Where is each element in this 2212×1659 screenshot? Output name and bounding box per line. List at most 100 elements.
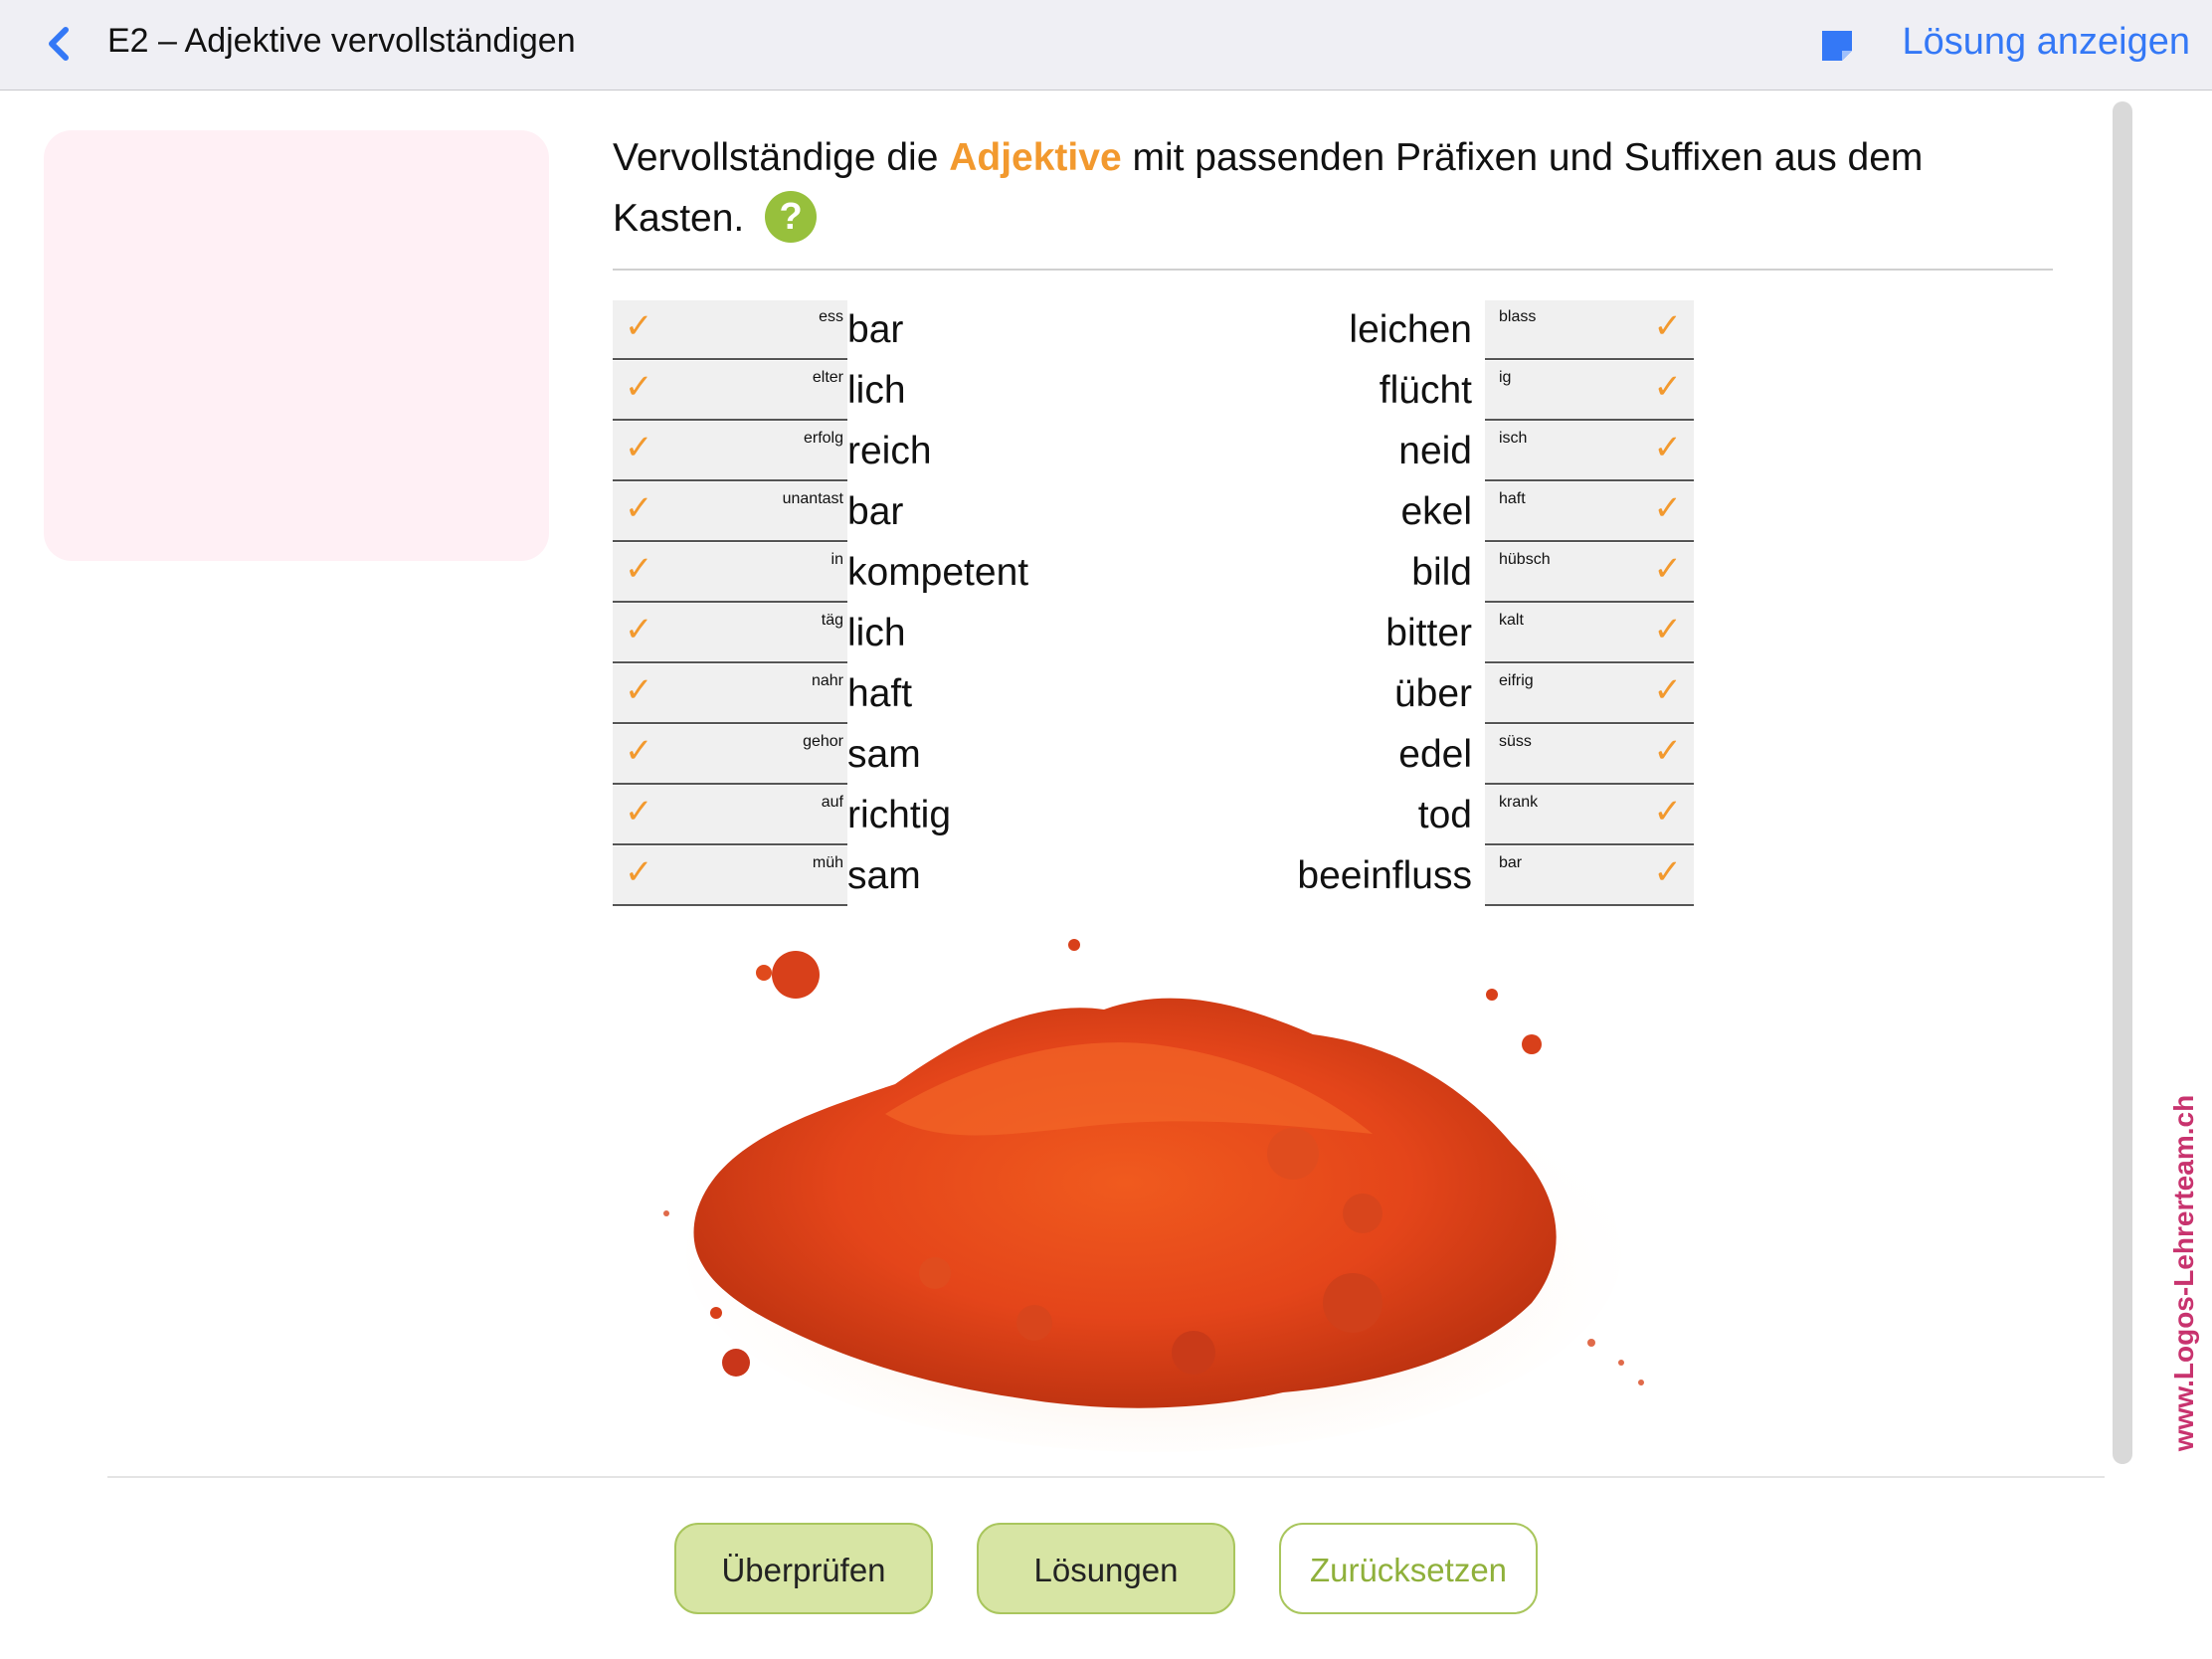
word-stem: ekel <box>1400 490 1472 533</box>
left-answer-field[interactable]: ✓ auf <box>613 786 847 845</box>
check-icon: ✓ <box>625 732 653 770</box>
list-item: leichen <box>1194 300 1472 358</box>
right-answer-field[interactable]: süss ✓ <box>1485 725 1694 785</box>
show-solution-link[interactable]: Lösung anzeigen <box>1903 21 2190 64</box>
instruction-start: Vervollständige die <box>613 136 950 179</box>
answer-text: haft <box>1499 490 1526 507</box>
word-stem: über <box>1393 672 1472 715</box>
answer-text: unantast <box>782 490 843 507</box>
check-icon: ✓ <box>1653 671 1683 709</box>
word-stem: sam <box>847 854 921 897</box>
word-stem: bar <box>847 490 904 533</box>
answer-text: ig <box>1499 369 1512 386</box>
check-icon: ✓ <box>1653 429 1683 466</box>
left-answer-field[interactable]: ✓ unantast <box>613 482 847 542</box>
check-icon: ✓ <box>625 853 653 891</box>
check-icon: ✓ <box>625 793 653 830</box>
left-answer-field[interactable]: ✓ ess <box>613 300 847 360</box>
watermark: www.Logos-Lehrerteam.ch <box>2168 1094 2199 1452</box>
answer-text: nahr <box>811 672 843 689</box>
check-icon: ✓ <box>1653 489 1683 527</box>
left-answer-field[interactable]: ✓ müh <box>613 846 847 906</box>
top-bar: E2 – Adjektive vervollständigen Lösung a… <box>0 0 2212 91</box>
scrollbar[interactable] <box>2113 101 2132 1464</box>
word-box-panel <box>44 130 549 561</box>
reset-button[interactable]: Zurücksetzen <box>1279 1523 1538 1614</box>
right-answer-field[interactable]: ig ✓ <box>1485 361 1694 421</box>
check-icon: ✓ <box>625 307 653 345</box>
answer-text: eifrig <box>1499 672 1534 689</box>
word-stem: tod <box>1417 794 1472 836</box>
list-item: ekel <box>1194 482 1472 540</box>
left-answer-field[interactable]: ✓ in <box>613 543 847 603</box>
word-stem: flücht <box>1379 369 1472 412</box>
word-stem: edel <box>1398 733 1472 776</box>
word-stem: leichen <box>1349 308 1472 351</box>
answer-text: in <box>830 551 843 568</box>
check-icon: ✓ <box>625 550 653 588</box>
word-stem: bitter <box>1385 612 1472 654</box>
solutions-button[interactable]: Lösungen <box>977 1523 1235 1614</box>
list-item: neid <box>1194 422 1472 479</box>
right-answer-field[interactable]: kalt ✓ <box>1485 604 1694 663</box>
word-stem: richtig <box>847 794 952 836</box>
left-answer-field[interactable]: ✓ erfolg <box>613 422 847 481</box>
left-answer-field[interactable]: ✓ elter <box>613 361 847 421</box>
help-icon[interactable]: ? <box>765 190 818 243</box>
right-answer-field[interactable]: eifrig ✓ <box>1485 664 1694 724</box>
answer-text: täg <box>821 612 843 629</box>
answer-text: krank <box>1499 794 1539 811</box>
list-item: über <box>1194 664 1472 722</box>
list-item: flücht <box>1194 361 1472 419</box>
check-icon: ✓ <box>1653 793 1683 830</box>
check-icon: ✓ <box>625 611 653 648</box>
page-title: E2 – Adjektive vervollständigen <box>107 22 576 60</box>
word-stem: lich <box>847 612 906 654</box>
word-stem: kompetent <box>847 551 1029 594</box>
check-icon: ✓ <box>625 671 653 709</box>
right-answer-field[interactable]: haft ✓ <box>1485 482 1694 542</box>
check-icon: ✓ <box>625 429 653 466</box>
check-icon: ✓ <box>1653 853 1683 891</box>
answer-text: isch <box>1499 430 1528 447</box>
left-answer-field[interactable]: ✓ täg <box>613 604 847 663</box>
check-icon: ✓ <box>1653 307 1683 345</box>
answer-text: auf <box>821 794 843 811</box>
right-answer-field[interactable]: isch ✓ <box>1485 422 1694 481</box>
instruction-divider <box>613 269 2053 271</box>
check-icon: ✓ <box>1653 368 1683 406</box>
right-answer-field[interactable]: blass ✓ <box>1485 300 1694 360</box>
answer-text: ess <box>819 308 843 325</box>
check-icon: ✓ <box>1653 611 1683 648</box>
word-stem: bild <box>1411 551 1472 594</box>
instruction-keyword: Adjektive <box>949 136 1122 179</box>
word-stem: neid <box>1398 430 1472 472</box>
left-answer-field[interactable]: ✓ gehor <box>613 725 847 785</box>
answer-text: blass <box>1499 308 1537 325</box>
word-stem: bar <box>847 308 904 351</box>
answer-text: kalt <box>1499 612 1524 629</box>
right-answer-field[interactable]: bar ✓ <box>1485 846 1694 906</box>
note-icon[interactable] <box>1820 29 1854 63</box>
answer-text: müh <box>812 854 843 871</box>
check-icon: ✓ <box>1653 550 1683 588</box>
answer-text: elter <box>812 369 843 386</box>
word-stem: reich <box>847 430 932 472</box>
chevron-left-icon[interactable] <box>42 24 76 64</box>
check-icon: ✓ <box>625 368 653 406</box>
left-answer-field[interactable]: ✓ nahr <box>613 664 847 724</box>
list-item: bild <box>1194 543 1472 601</box>
right-answer-field[interactable]: krank ✓ <box>1485 786 1694 845</box>
answer-text: gehor <box>803 733 843 750</box>
answer-text: erfolg <box>803 430 843 447</box>
list-item: edel <box>1194 725 1472 783</box>
answer-text: hübsch <box>1499 551 1551 568</box>
word-stem: lich <box>847 369 906 412</box>
right-answer-field[interactable]: hübsch ✓ <box>1485 543 1694 603</box>
answer-text: bar <box>1499 854 1523 871</box>
check-icon: ✓ <box>625 489 653 527</box>
word-stem: haft <box>847 672 913 715</box>
check-button[interactable]: Überprüfen <box>674 1523 933 1614</box>
paprika-powder-image <box>663 939 1644 1452</box>
answer-text: süss <box>1499 733 1532 750</box>
